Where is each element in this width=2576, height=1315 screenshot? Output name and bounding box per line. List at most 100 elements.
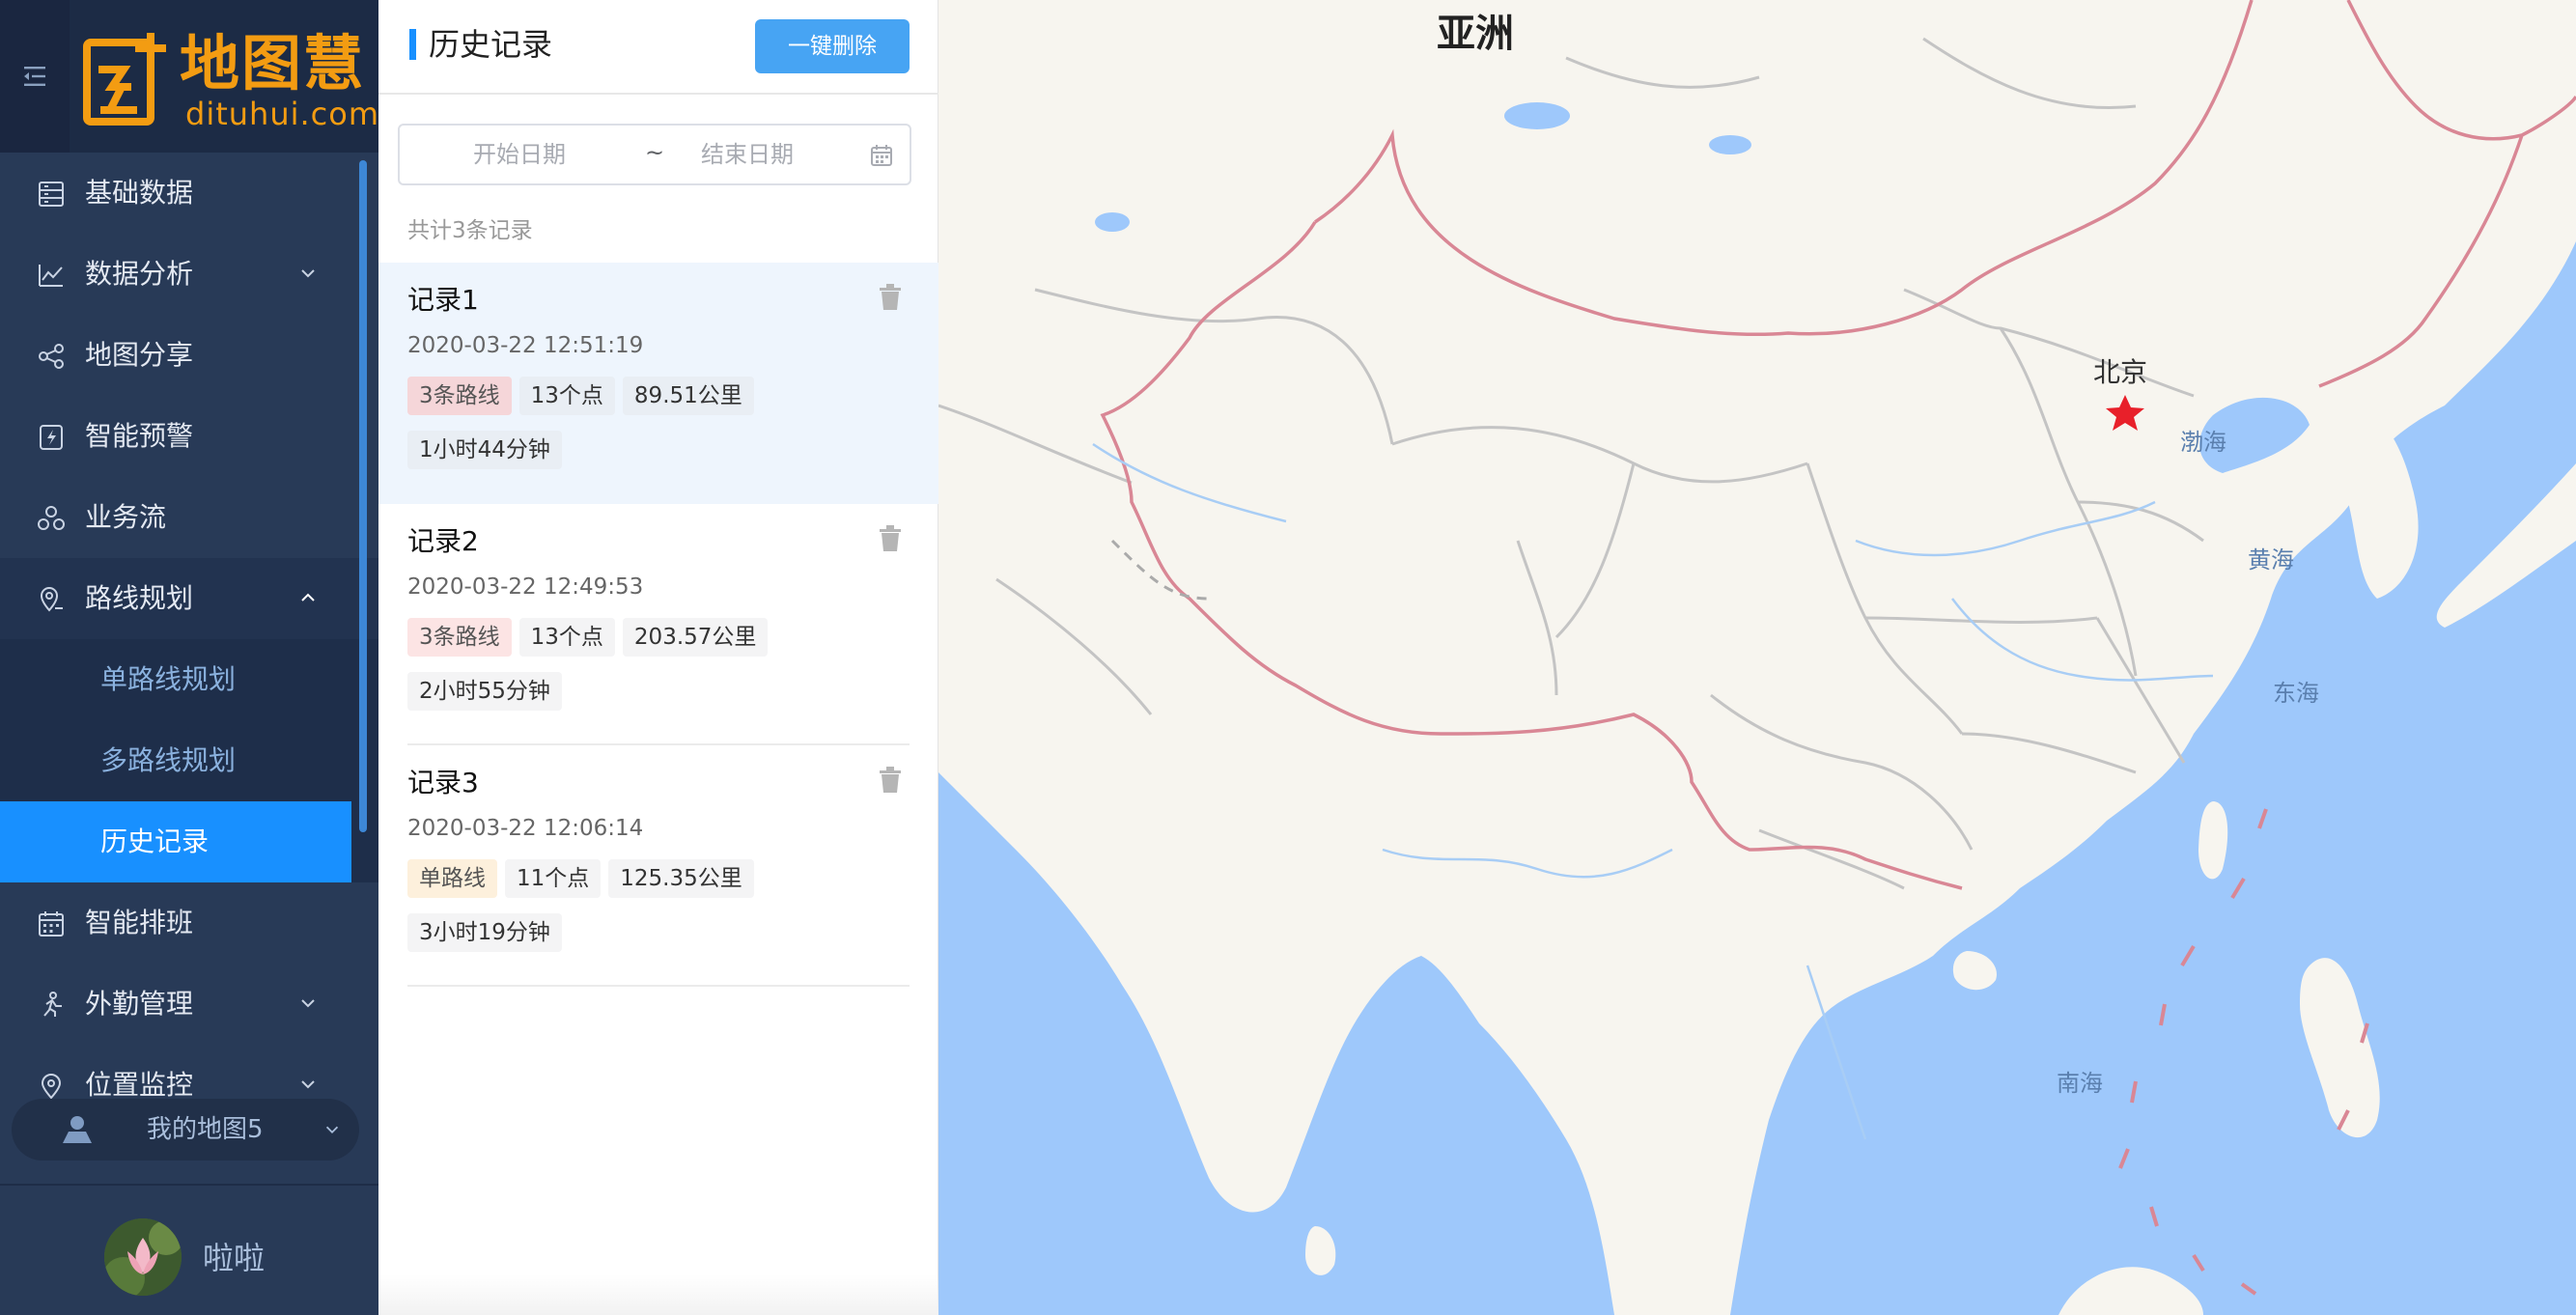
chevron-down-icon: [325, 1126, 339, 1134]
logo-domain: dituhui.com: [185, 96, 378, 132]
record-name: 记录1: [407, 284, 479, 316]
sidebar-item-multi-route[interactable]: 多路线规划: [0, 720, 378, 801]
hainan-island: [1952, 951, 1997, 991]
lake: [1709, 135, 1751, 154]
calendar-icon: [39, 911, 64, 937]
route-planning-submenu: 单路线规划 多路线规划 历史记录: [0, 639, 378, 882]
borneo-island: [2058, 1267, 2203, 1315]
trash-icon[interactable]: [879, 525, 902, 552]
menu-fold-icon: [24, 67, 45, 86]
route-icon: [40, 587, 63, 612]
avatar[interactable]: [104, 1218, 182, 1296]
trash-icon[interactable]: [879, 767, 902, 794]
sea-label-east: 东海: [2273, 680, 2319, 707]
lake: [1504, 102, 1570, 129]
title-accent-bar: [409, 29, 416, 60]
map-canvas[interactable]: [938, 0, 2576, 1315]
alert-icon: [40, 425, 63, 450]
route-count-tag: 3条路线: [407, 618, 512, 657]
date-range-picker[interactable]: 开始日期 ~ 结束日期: [398, 124, 911, 185]
share-icon: [39, 344, 64, 369]
record-item[interactable]: 记录1 2020-03-22 12:51:19 3条路线 13个点 89.51公里 1…: [378, 263, 938, 504]
sidebar-item-field-management[interactable]: 外勤管理: [0, 964, 378, 1045]
history-panel: 历史记录 一键删除 开始日期 ~ 结束日期 共计3条记录 记录1 2020-03…: [378, 0, 938, 1315]
user-name[interactable]: 啦啦: [203, 1224, 265, 1292]
sidebar-item-label: 智能排班: [85, 907, 194, 938]
record-tags: 3条路线 13个点 89.51公里 1小时44分钟: [407, 377, 794, 485]
sidebar-item-data-analysis[interactable]: 数据分析: [0, 234, 378, 315]
avatar-image: [104, 1218, 182, 1296]
continent-label: 亚洲: [1437, 12, 1514, 56]
sidebar-item-label: 基础数据: [85, 177, 194, 209]
lake: [1095, 212, 1130, 232]
divider: [407, 985, 910, 987]
record-time: 2020-03-22 12:51:19: [407, 333, 644, 358]
workflow-icon: [38, 506, 65, 530]
logo-mark-icon: [83, 33, 166, 126]
capital-label: 北京: [2093, 356, 2148, 388]
chevron-down-icon: [301, 1080, 315, 1089]
sidebar-subitem-label: 历史记录: [100, 825, 210, 857]
record-list: 记录1 2020-03-22 12:51:19 3条路线 13个点 89.51公里 1…: [378, 263, 938, 987]
record-item[interactable]: 记录2 2020-03-22 12:49:53 3条路线 13个点 203.57公里…: [378, 504, 938, 745]
duration-tag: 3小时19分钟: [407, 913, 562, 952]
point-count-tag: 13个点: [518, 377, 615, 415]
logo[interactable]: 地图慧 dituhui.com: [83, 25, 378, 131]
sidebar-item-smart-alert[interactable]: 智能预警: [0, 396, 378, 477]
sidebar-item-label: 外勤管理: [85, 988, 194, 1020]
sidebar-item-single-route[interactable]: 单路线规划: [0, 639, 378, 720]
map-selector-label: 我的地图5: [147, 1115, 264, 1144]
start-date-input[interactable]: 开始日期: [473, 126, 566, 183]
sidebar-item-label: 路线规划: [85, 582, 194, 614]
date-separator: ~: [645, 139, 665, 166]
sidebar-item-scheduling[interactable]: 智能排班: [0, 882, 378, 964]
sidebar-item-workflow[interactable]: 业务流: [0, 477, 378, 558]
trash-icon[interactable]: [879, 284, 902, 311]
sidebar-item-label: 业务流: [85, 501, 167, 533]
map-user-icon: [63, 1116, 92, 1143]
map-selector[interactable]: 我的地图5: [12, 1099, 359, 1161]
sea-label-south: 南海: [2057, 1070, 2103, 1097]
korea-peninsula: [2346, 406, 2419, 599]
sidebar-item-history[interactable]: 历史记录: [0, 801, 351, 882]
sidebar-subitem-label: 多路线规划: [100, 744, 237, 776]
chevron-down-icon: [301, 269, 315, 278]
map-view[interactable]: 亚洲 北京 渤海 黄海 东海 南海: [938, 0, 2576, 1315]
calendar-icon: [871, 145, 892, 166]
sidebar-item-map-share[interactable]: 地图分享: [0, 315, 378, 396]
sidebar-item-label: 地图分享: [85, 339, 194, 371]
sri-lanka-island: [1305, 1226, 1336, 1275]
sea-label-bohai: 渤海: [2180, 429, 2226, 456]
record-tags: 单路线 11个点 125.35公里 3小时19分钟: [407, 859, 794, 967]
chevron-down-icon: [301, 999, 315, 1008]
route-count-tag: 单路线: [407, 859, 497, 898]
sidebar-subitem-label: 单路线规划: [100, 663, 237, 695]
sidebar-header: 地图慧 dituhui.com: [0, 0, 378, 153]
point-count-tag: 11个点: [505, 859, 602, 898]
record-name: 记录3: [407, 767, 479, 798]
sea-label-yellow: 黄海: [2248, 546, 2294, 574]
record-count: 共计3条记录: [407, 218, 533, 243]
user-area: 啦啦: [0, 1184, 378, 1315]
end-date-input[interactable]: 结束日期: [701, 126, 794, 183]
sidebar-item-basic-data[interactable]: 基础数据: [0, 153, 378, 234]
point-count-tag: 13个点: [518, 618, 615, 657]
clear-all-button[interactable]: 一键删除: [755, 19, 910, 73]
database-icon: [39, 182, 64, 207]
sidebar: 地图慧 dituhui.com 基础数据 数据分析 地图分享 智能预警 业务流 …: [0, 0, 378, 1315]
sidebar-menu: 基础数据 数据分析 地图分享 智能预警 业务流 路线规划 单路线规划 多路线规划…: [0, 153, 378, 1126]
sidebar-item-label: 数据分析: [85, 258, 194, 290]
panel-header: 历史记录 一键删除: [378, 0, 938, 95]
record-item[interactable]: 记录3 2020-03-22 12:06:14 单路线 11个点 125.35公里 3…: [378, 745, 938, 987]
sidebar-item-label: 智能预警: [85, 420, 194, 452]
sidebar-item-route-planning[interactable]: 路线规划: [0, 558, 378, 639]
collapse-sidebar-button[interactable]: [0, 0, 70, 153]
sidebar-scrollbar[interactable]: [359, 160, 367, 832]
taiwan-island: [2198, 801, 2228, 880]
page-title: 历史记录: [429, 26, 553, 63]
field-icon: [43, 992, 62, 1017]
chevron-up-icon: [301, 593, 315, 602]
duration-tag: 2小时55分钟: [407, 672, 562, 711]
distance-tag: 89.51公里: [622, 377, 754, 415]
land-mass: [938, 0, 2576, 1315]
